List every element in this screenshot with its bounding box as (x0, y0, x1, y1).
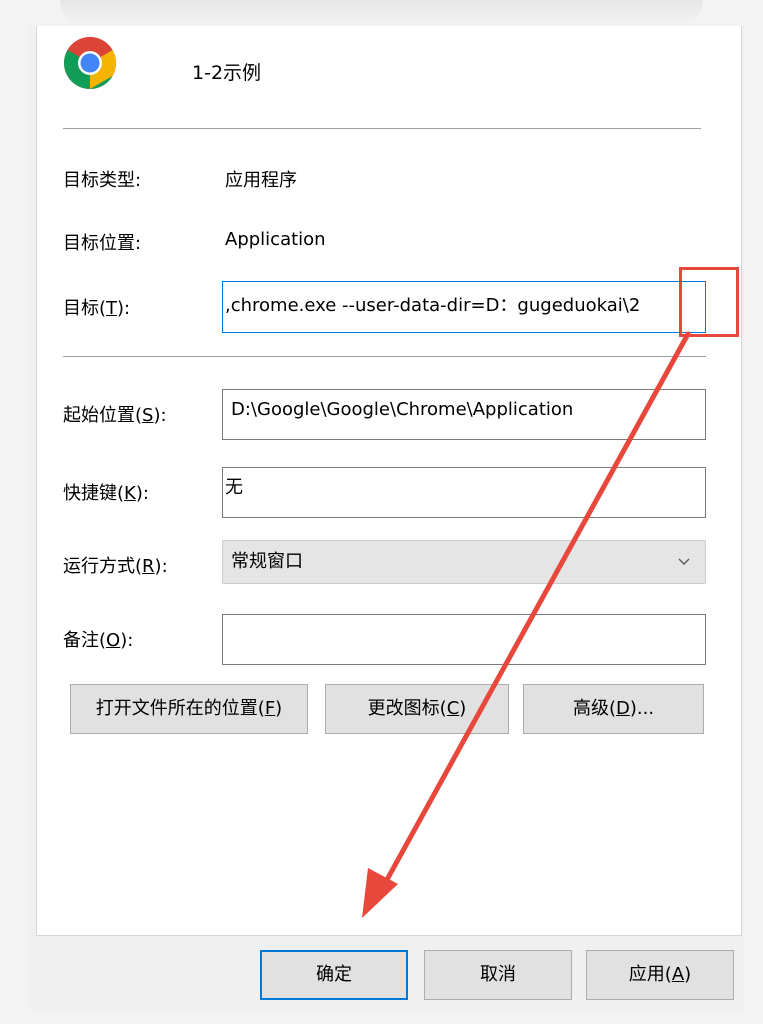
open-location-pre: 打开文件所在的位置( (95, 698, 265, 719)
shortcut-key-label-key: K (124, 483, 136, 504)
comment-label-post: ): (120, 630, 134, 651)
open-file-location-button[interactable]: 打开文件所在的位置(F) (70, 684, 308, 734)
apply-pre: 应用( (628, 964, 672, 985)
change-icon-pre: 更改图标( (367, 698, 447, 719)
divider-top (63, 128, 701, 129)
shortcut-name: 1-2示例 (192, 62, 262, 84)
start-in-input[interactable]: D:\Google\Google\Chrome\Application (222, 389, 706, 440)
shortcut-key-label-post: ): (135, 483, 149, 504)
chrome-icon (64, 37, 116, 89)
comment-label: 备注(O): (63, 626, 133, 652)
change-icon-button[interactable]: 更改图标(C) (325, 684, 509, 734)
start-in-label-key: S (142, 405, 154, 426)
cancel-button[interactable]: 取消 (424, 950, 572, 1000)
annotation-highlight-box (679, 267, 739, 337)
target-label-pre: 目标( (63, 298, 107, 319)
advanced-key: D (615, 698, 630, 719)
shortcut-key-label: 快捷键(K): (63, 479, 149, 505)
target-label-post: ): (117, 298, 131, 319)
comment-label-pre: 备注( (63, 630, 107, 651)
run-select[interactable]: 常规窗口 (222, 540, 706, 584)
target-location-value: Application (225, 229, 326, 250)
advanced-pre: 高级( (572, 698, 616, 719)
target-type-value: 应用程序 (225, 170, 297, 191)
start-in-label-post: ): (153, 405, 167, 426)
run-label-pre: 运行方式( (63, 556, 143, 577)
apply-key: A (671, 964, 685, 985)
target-input[interactable]: ,chrome.exe --user-data-dir=D：gugeduokai… (222, 281, 706, 333)
advanced-post: )... (629, 698, 655, 719)
apply-button[interactable]: 应用(A) (586, 950, 734, 1000)
change-icon-post: ) (459, 698, 467, 719)
divider-middle (63, 356, 706, 357)
apply-post: ) (684, 964, 692, 985)
target-location-label: 目标位置: (63, 233, 142, 254)
shortcut-key-label-pre: 快捷键( (63, 483, 125, 504)
comment-input[interactable] (222, 614, 706, 665)
target-label-key: T (106, 298, 118, 319)
run-label-key: R (142, 556, 155, 577)
run-select-value: 常规窗口 (231, 551, 303, 572)
start-in-label: 起始位置(S): (63, 401, 167, 427)
screenshot: 1-2示例 目标类型: 应用程序 目标位置: Application 目标(T)… (0, 0, 763, 1024)
start-in-label-pre: 起始位置( (63, 405, 143, 426)
target-label: 目标(T): (63, 294, 130, 320)
run-label: 运行方式(R): (63, 552, 168, 578)
run-label-post: ): (154, 556, 168, 577)
target-type-label: 目标类型: (63, 170, 142, 191)
chevron-down-icon (678, 558, 690, 565)
ok-button[interactable]: 确定 (260, 950, 408, 1000)
window-shadow (60, 0, 703, 26)
open-location-post: ) (275, 698, 283, 719)
open-location-key: F (264, 698, 276, 719)
shortcut-key-input[interactable]: 无 (222, 467, 706, 518)
advanced-button[interactable]: 高级(D)... (523, 684, 704, 734)
change-icon-key: C (446, 698, 460, 719)
comment-label-key: O (106, 630, 121, 651)
